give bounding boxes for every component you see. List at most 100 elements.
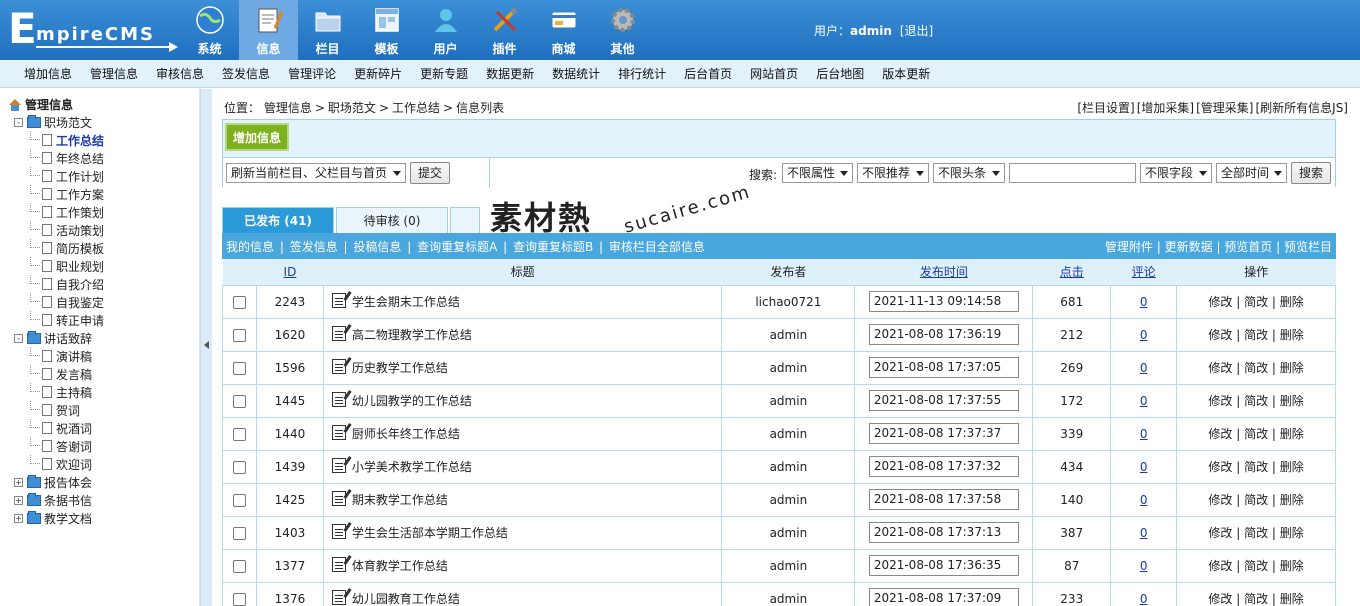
edit-doc-icon[interactable] [331, 293, 346, 308]
empirecms-logo[interactable]: E mpireCMS [8, 8, 178, 52]
row-op-quick-edit[interactable]: 简改 [1244, 295, 1268, 309]
tree-item[interactable]: 发言稿 [8, 365, 199, 383]
list-link[interactable]: 审核栏目全部信息 [609, 240, 705, 254]
list-link[interactable]: 查询重复标题A [417, 240, 497, 254]
row-op-edit[interactable]: 修改 [1208, 460, 1232, 474]
tree-item[interactable]: 答谢词 [8, 437, 199, 455]
nav-window[interactable]: 模板 [357, 0, 416, 60]
row-op-quick-edit[interactable]: 简改 [1244, 394, 1268, 408]
row-op-quick-edit[interactable]: 简改 [1244, 460, 1268, 474]
expand-icon[interactable]: + [14, 495, 23, 505]
list-link[interactable]: 我的信息 [226, 240, 274, 254]
row-title[interactable]: 期末教学工作总结 [352, 493, 448, 507]
nav-folder[interactable]: 栏目 [298, 0, 357, 60]
subnav-item[interactable]: 更新碎片 [354, 65, 402, 82]
edit-doc-icon[interactable] [331, 590, 346, 605]
refresh-select[interactable]: 刷新当前栏目、父栏目与首页 [226, 163, 406, 183]
row-op-edit[interactable]: 修改 [1208, 592, 1232, 606]
row-time-input[interactable]: 2021-08-08 17:37:09 [868, 588, 1019, 606]
top-link[interactable]: [增加采集] [1137, 101, 1194, 115]
row-comments-link[interactable]: 0 [1140, 427, 1148, 441]
subnav-item[interactable]: 签发信息 [222, 65, 270, 82]
row-op-quick-edit[interactable]: 简改 [1244, 493, 1268, 507]
row-op-edit[interactable]: 修改 [1208, 559, 1232, 573]
row-title[interactable]: 历史教学工作总结 [352, 361, 448, 375]
tree-category[interactable]: + 报告体会 [8, 473, 199, 491]
row-time-input[interactable]: 2021-08-08 17:37:55 [868, 390, 1019, 411]
tree-item[interactable]: 转正申请 [8, 311, 199, 329]
add-info-button[interactable]: 增加信息 [225, 123, 289, 151]
row-checkbox[interactable] [232, 295, 246, 309]
list-link[interactable]: 更新数据 [1165, 240, 1213, 254]
search-button[interactable]: 搜索 [1291, 162, 1331, 184]
attr-select[interactable]: 不限属性 [782, 163, 853, 183]
subnav-item[interactable]: 版本更新 [882, 65, 930, 82]
col-time[interactable]: 发布时间 [854, 259, 1033, 286]
row-op-edit[interactable]: 修改 [1208, 361, 1232, 375]
tree-item[interactable]: 工作策划 [8, 203, 199, 221]
row-op-edit[interactable]: 修改 [1208, 295, 1232, 309]
subnav-item[interactable]: 审核信息 [156, 65, 204, 82]
row-op-quick-edit[interactable]: 简改 [1244, 361, 1268, 375]
subnav-item[interactable]: 后台地图 [816, 65, 864, 82]
field-select[interactable]: 不限字段 [1140, 163, 1212, 183]
row-op-delete[interactable]: 删除 [1280, 460, 1304, 474]
collapse-icon[interactable]: - [14, 117, 23, 127]
top-link[interactable]: [刷新所有信息JS] [1255, 101, 1348, 115]
subnav-item[interactable]: 增加信息 [24, 65, 72, 82]
nav-tools[interactable]: 插件 [475, 0, 534, 60]
tree-category[interactable]: - 讲话致辞 [8, 329, 199, 347]
submit-button[interactable]: 提交 [410, 162, 450, 184]
tree-item[interactable]: 活动策划 [8, 221, 199, 239]
row-op-delete[interactable]: 删除 [1280, 361, 1304, 375]
row-checkbox[interactable] [232, 493, 246, 507]
col-clicks[interactable]: 点击 [1032, 259, 1111, 286]
nav-card[interactable]: 商城 [534, 0, 593, 60]
subnav-item[interactable]: 数据更新 [486, 65, 534, 82]
time-select[interactable]: 全部时间 [1216, 163, 1287, 183]
row-time-input[interactable]: 2021-08-08 17:37:13 [868, 522, 1019, 543]
row-comments-link[interactable]: 0 [1140, 460, 1148, 474]
row-comments-link[interactable]: 0 [1140, 295, 1148, 309]
row-title[interactable]: 幼儿园教学的工作总结 [352, 394, 472, 408]
row-comments-link[interactable]: 0 [1140, 592, 1148, 606]
row-op-edit[interactable]: 修改 [1208, 394, 1232, 408]
row-op-delete[interactable]: 删除 [1280, 295, 1304, 309]
tree-root[interactable]: 管理信息 [8, 95, 199, 113]
tree-item[interactable]: 祝酒词 [8, 419, 199, 437]
row-time-input[interactable]: 2021-08-08 17:37:58 [868, 489, 1019, 510]
expand-icon[interactable]: + [14, 513, 23, 523]
headline-select[interactable]: 不限头条 [933, 163, 1005, 183]
tree-item[interactable]: 主持稿 [8, 383, 199, 401]
row-checkbox[interactable] [232, 559, 246, 573]
list-link[interactable]: 预览首页 [1224, 240, 1272, 254]
tree-category[interactable]: + 教学文档 [8, 509, 199, 527]
row-title[interactable]: 幼儿园教育工作总结 [352, 592, 460, 606]
breadcrumb-item[interactable]: 管理信息 [264, 101, 312, 115]
row-checkbox[interactable] [232, 328, 246, 342]
row-title[interactable]: 小学美术教学工作总结 [352, 460, 472, 474]
row-op-quick-edit[interactable]: 简改 [1244, 592, 1268, 606]
nav-gear[interactable]: 其他 [593, 0, 652, 60]
tree-item[interactable]: 年终总结 [8, 149, 199, 167]
row-checkbox[interactable] [232, 592, 246, 606]
row-time-input[interactable]: 2021-11-13 09:14:58 [868, 291, 1019, 312]
tree-item[interactable]: 演讲稿 [8, 347, 199, 365]
row-op-delete[interactable]: 删除 [1280, 559, 1304, 573]
row-comments-link[interactable]: 0 [1140, 394, 1148, 408]
row-comments-link[interactable]: 0 [1140, 526, 1148, 540]
list-link[interactable]: 管理附件 [1105, 240, 1153, 254]
row-comments-link[interactable]: 0 [1140, 493, 1148, 507]
row-comments-link[interactable]: 0 [1140, 361, 1148, 375]
edit-doc-icon[interactable] [331, 392, 346, 407]
recommend-select[interactable]: 不限推荐 [857, 163, 929, 183]
row-title[interactable]: 学生会期末工作总结 [352, 295, 460, 309]
edit-doc-icon[interactable] [331, 359, 346, 374]
row-time-input[interactable]: 2021-08-08 17:37:32 [868, 456, 1019, 477]
subnav-item[interactable]: 排行统计 [618, 65, 666, 82]
row-op-quick-edit[interactable]: 简改 [1244, 559, 1268, 573]
row-title[interactable]: 学生会生活部本学期工作总结 [352, 526, 508, 540]
tree-item[interactable]: 简历模板 [8, 239, 199, 257]
tree-category[interactable]: + 条据书信 [8, 491, 199, 509]
search-input[interactable] [1009, 163, 1136, 183]
